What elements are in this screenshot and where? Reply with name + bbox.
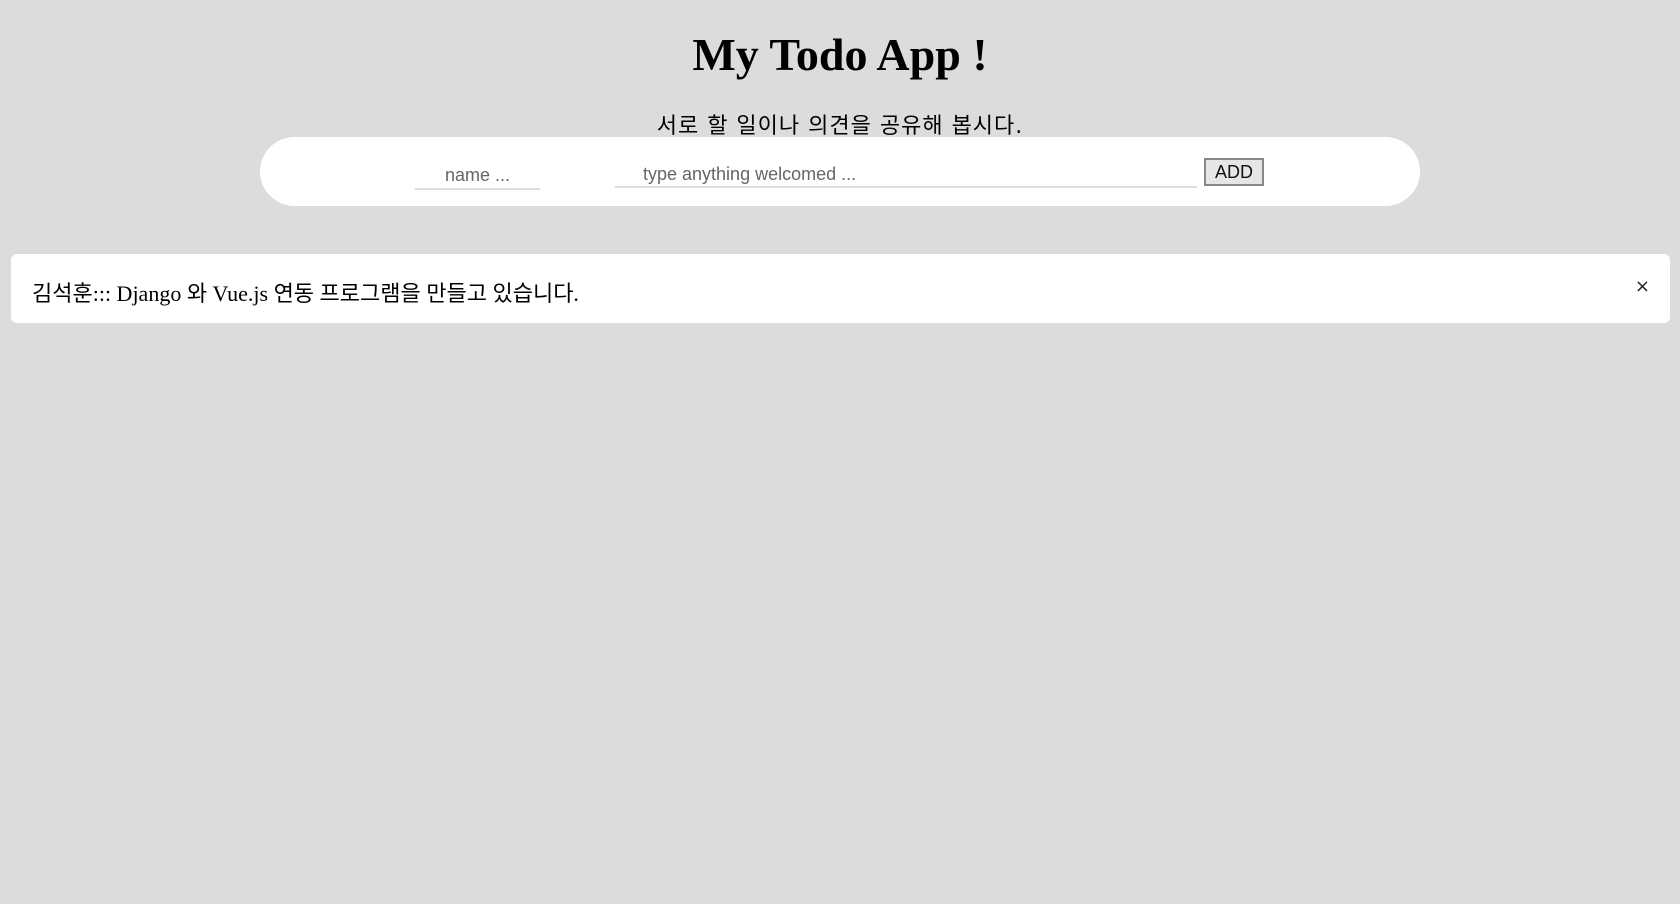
add-todo-form: ADD xyxy=(260,137,1420,206)
todo-item-text: 김석훈::: Django 와 Vue.js 연동 프로그램을 만들고 있습니다… xyxy=(32,281,579,306)
todo-text-input[interactable] xyxy=(615,162,1197,188)
todo-item: 김석훈::: Django 와 Vue.js 연동 프로그램을 만들고 있습니다… xyxy=(11,254,1670,323)
name-input[interactable] xyxy=(415,162,540,190)
add-button[interactable]: ADD xyxy=(1204,158,1264,186)
page-title: My Todo App ! xyxy=(692,29,988,80)
page-subtitle: 서로 할 일이나 의견을 공유해 봅시다. xyxy=(656,114,1024,139)
close-icon[interactable]: × xyxy=(1635,276,1650,297)
